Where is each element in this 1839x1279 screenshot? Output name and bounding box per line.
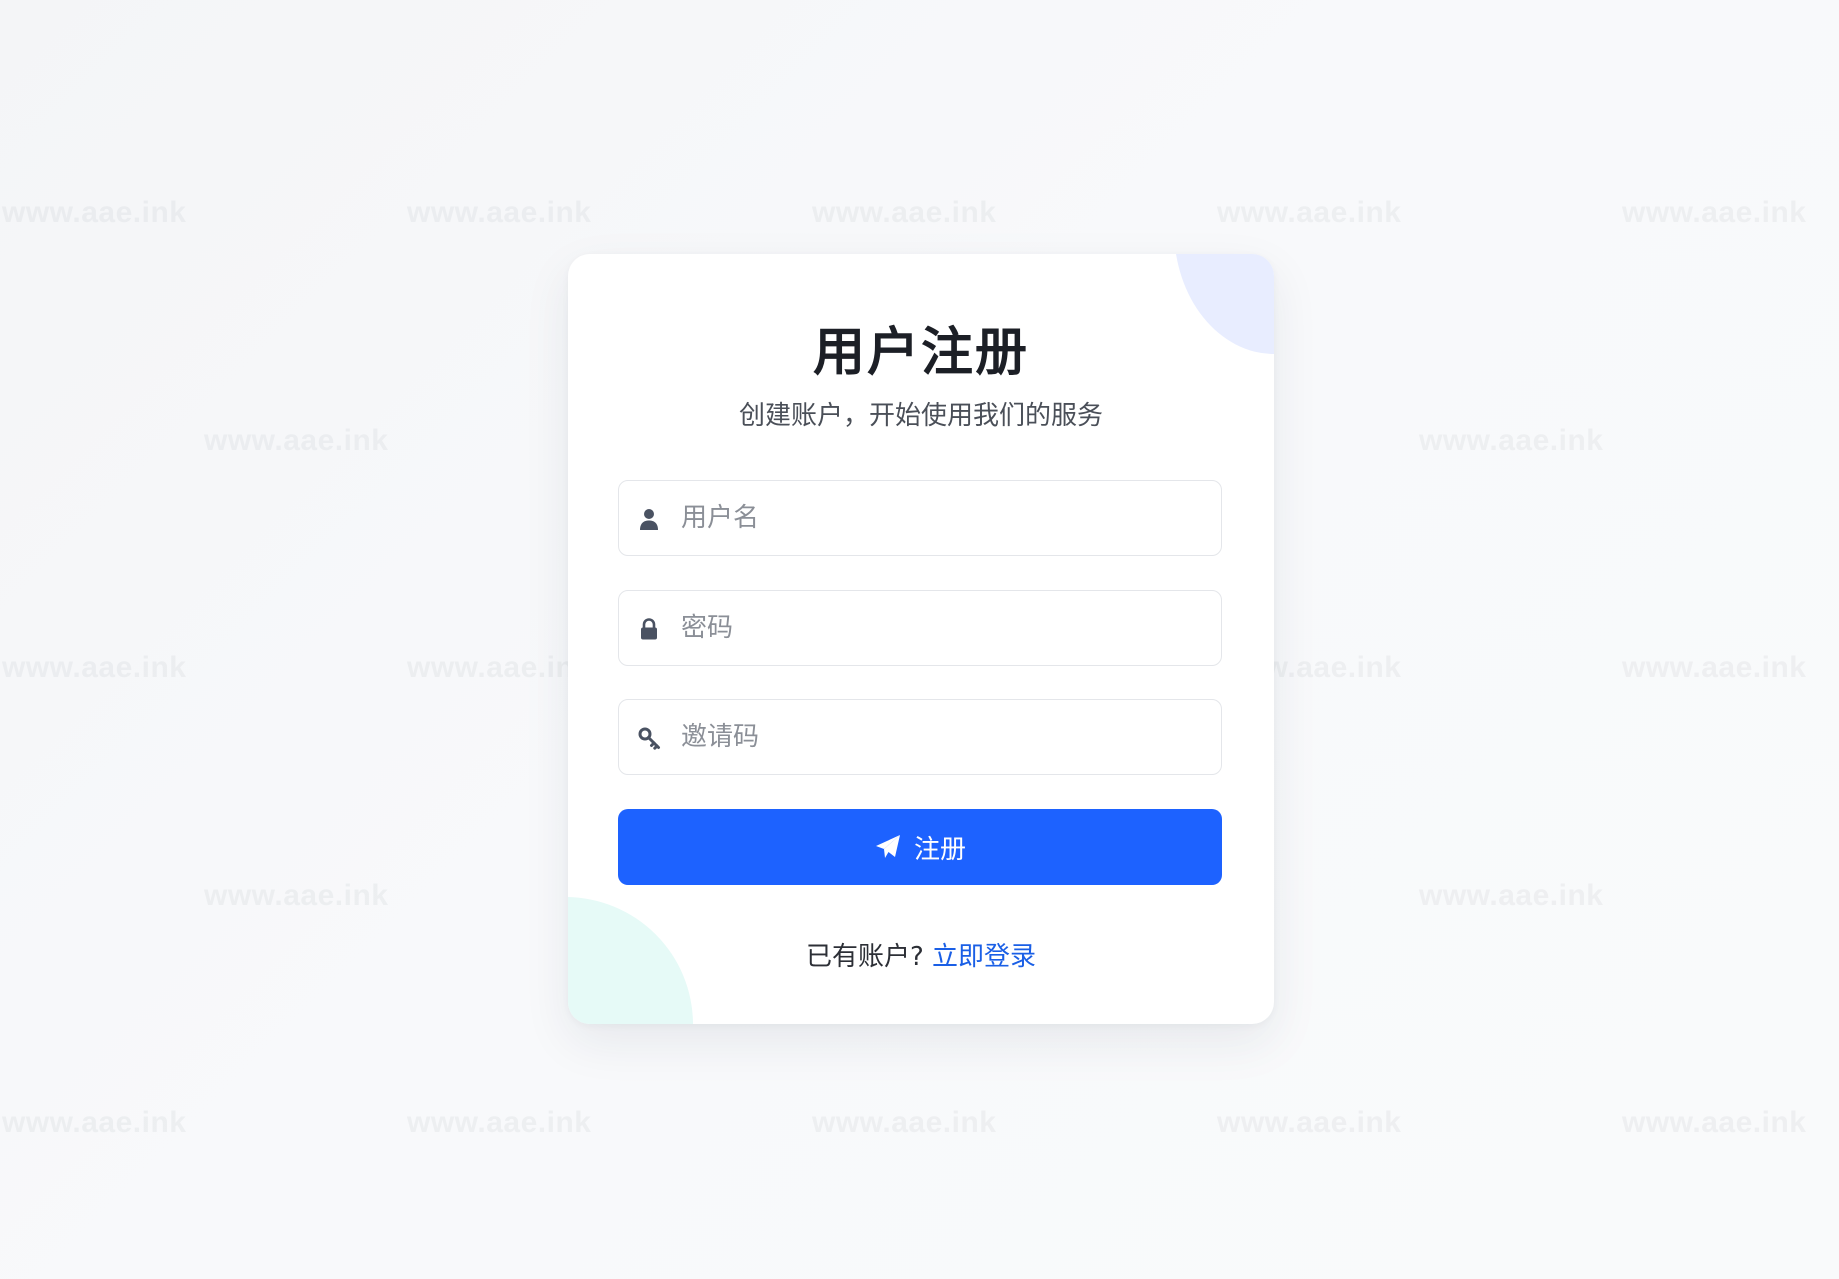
watermark-text: www.aae.ink bbox=[1622, 651, 1807, 684]
watermark-text: www.aae.ink bbox=[204, 424, 389, 457]
watermark-text: www.aae.ink bbox=[1622, 196, 1807, 229]
watermark-text: www.aae.ink bbox=[407, 651, 592, 684]
register-card: 用户注册 创建账户，开始使用我们的服务 注册 已有账户? 立即登录 bbox=[568, 254, 1274, 1024]
login-prompt: 已有账户? 立即登录 bbox=[568, 936, 1274, 973]
watermark-text: www.aae.ink bbox=[1622, 1106, 1807, 1139]
lock-icon bbox=[641, 618, 657, 640]
register-button[interactable]: 注册 bbox=[618, 809, 1222, 885]
page-subtitle: 创建账户，开始使用我们的服务 bbox=[738, 401, 1103, 431]
password-field[interactable] bbox=[618, 590, 1222, 666]
user-icon bbox=[640, 509, 658, 530]
password-input[interactable] bbox=[681, 591, 1201, 665]
watermark-text: www.aae.ink bbox=[407, 1106, 592, 1139]
username-input[interactable] bbox=[681, 481, 1201, 555]
watermark-text: www.aae.ink bbox=[1419, 879, 1604, 912]
watermark-text: www.aae.ink bbox=[407, 196, 592, 229]
login-link[interactable]: 立即登录 bbox=[932, 942, 1036, 972]
paper-plane-icon bbox=[875, 835, 900, 858]
invite-code-field[interactable] bbox=[618, 699, 1222, 775]
watermark-text: www.aae.ink bbox=[204, 879, 389, 912]
watermark-text: www.aae.ink bbox=[1419, 424, 1604, 457]
key-icon bbox=[638, 727, 660, 750]
login-prompt-text: 已有账户? bbox=[805, 942, 924, 972]
watermark-text: www.aae.ink bbox=[812, 196, 997, 229]
invite-code-input[interactable] bbox=[681, 700, 1201, 774]
watermark-text: www.aae.ink bbox=[812, 1106, 997, 1139]
username-field[interactable] bbox=[618, 480, 1222, 556]
watermark-text: www.aae.ink bbox=[1217, 196, 1402, 229]
watermark-text: www.aae.ink bbox=[1217, 1106, 1402, 1139]
watermark-text: www.aae.ink bbox=[2, 196, 187, 229]
page-title: 用户注册 bbox=[812, 323, 1029, 383]
watermark-text: www.aae.ink bbox=[2, 1106, 187, 1139]
watermark-text: www.aae.ink bbox=[2, 651, 187, 684]
register-button-label: 注册 bbox=[913, 834, 966, 865]
